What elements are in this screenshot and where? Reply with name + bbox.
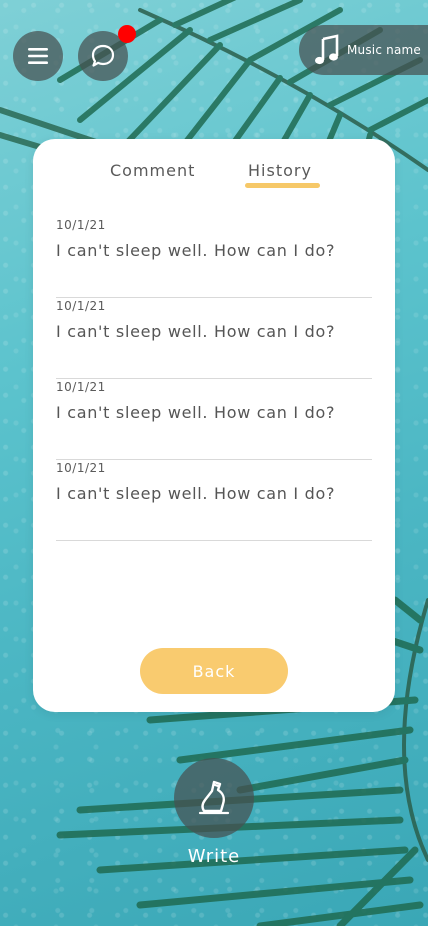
write-button[interactable] [174, 758, 254, 838]
item-text: I can't sleep well. How can I do? [56, 241, 336, 260]
list-item[interactable]: 10/1/21 I can't sleep well. How can I do… [56, 379, 372, 460]
music-player[interactable]: Music name [299, 25, 428, 75]
item-text: I can't sleep well. How can I do? [56, 322, 336, 341]
bottle-icon [198, 780, 230, 815]
history-list: 10/1/21 I can't sleep well. How can I do… [56, 217, 372, 541]
list-item[interactable]: 10/1/21 I can't sleep well. How can I do… [56, 298, 372, 379]
chat-button[interactable] [78, 25, 136, 81]
music-name-label: Music name [347, 43, 421, 57]
menu-button[interactable] [13, 31, 63, 81]
item-text: I can't sleep well. How can I do? [56, 403, 336, 422]
item-date: 10/1/21 [56, 218, 106, 232]
hamburger-icon [28, 48, 48, 64]
item-date: 10/1/21 [56, 380, 106, 394]
item-date: 10/1/21 [56, 461, 106, 475]
history-card: Comment History 10/1/21 I can't sleep we… [33, 139, 395, 712]
active-tab-indicator [245, 183, 320, 188]
write-action: Write [174, 758, 254, 867]
item-text: I can't sleep well. How can I do? [56, 484, 336, 503]
tab-comment[interactable]: Comment [110, 161, 195, 180]
tab-history[interactable]: History [248, 161, 312, 180]
notification-dot [118, 25, 136, 43]
chat-bubble-icon [91, 44, 115, 67]
write-label: Write [187, 846, 241, 867]
tab-bar: Comment History [33, 161, 395, 191]
list-item[interactable]: 10/1/21 I can't sleep well. How can I do… [56, 460, 372, 541]
music-note-icon [315, 34, 339, 65]
back-button[interactable]: Back [140, 648, 288, 694]
item-date: 10/1/21 [56, 299, 106, 313]
list-item[interactable]: 10/1/21 I can't sleep well. How can I do… [56, 217, 372, 298]
